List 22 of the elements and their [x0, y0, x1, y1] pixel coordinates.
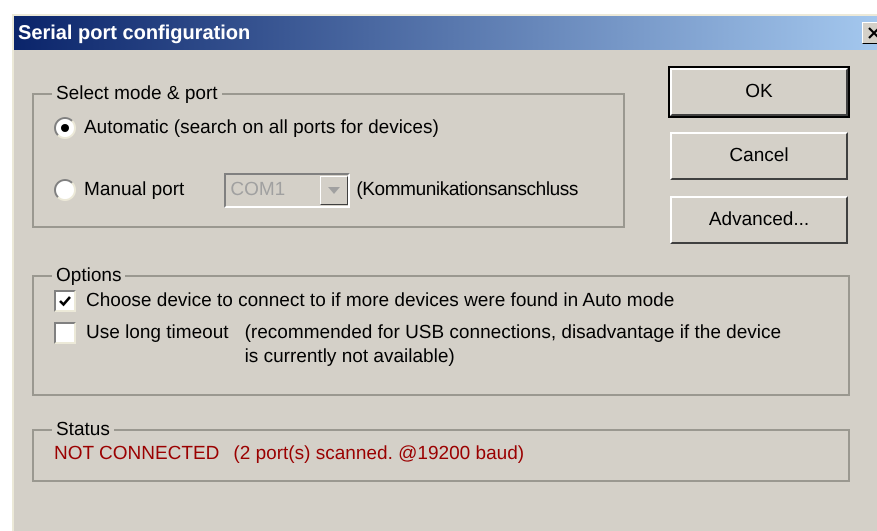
close-icon: [868, 27, 877, 39]
status-detail: (2 port(s) scanned. @19200 baud): [233, 442, 524, 466]
dialog-button[interactable]: Cancel: [670, 132, 848, 180]
checkbox-note: (recommended for USB connections, disadvantage if the device is currently not available): [244, 321, 782, 369]
group-label: Select mode & port: [55, 82, 219, 106]
check-icon: [58, 294, 72, 308]
caret-icon: [328, 186, 340, 194]
radio-button[interactable]: [54, 117, 76, 140]
checkbox-label: Use long timeout: [86, 322, 229, 344]
radio-button[interactable]: [54, 179, 76, 201]
checkbox[interactable]: [54, 290, 76, 312]
status-state: NOT CONNECTED: [54, 442, 220, 466]
window-title: Serial port configuration: [18, 21, 250, 46]
group-label: Options: [55, 264, 122, 288]
radio-label: Automatic (search on all ports for devices): [84, 116, 439, 140]
checkbox-label: Choose device to connect to if more devices were found in Auto mode: [86, 290, 674, 312]
port-note: (Kommunikationsanschluss: [356, 178, 578, 202]
dialog-button[interactable]: Advanced...: [670, 196, 848, 244]
group-label: Status: [55, 418, 111, 442]
dialog-button[interactable]: OK: [670, 68, 848, 116]
checkbox[interactable]: [54, 322, 76, 344]
radio-label: Manual port: [84, 178, 184, 202]
